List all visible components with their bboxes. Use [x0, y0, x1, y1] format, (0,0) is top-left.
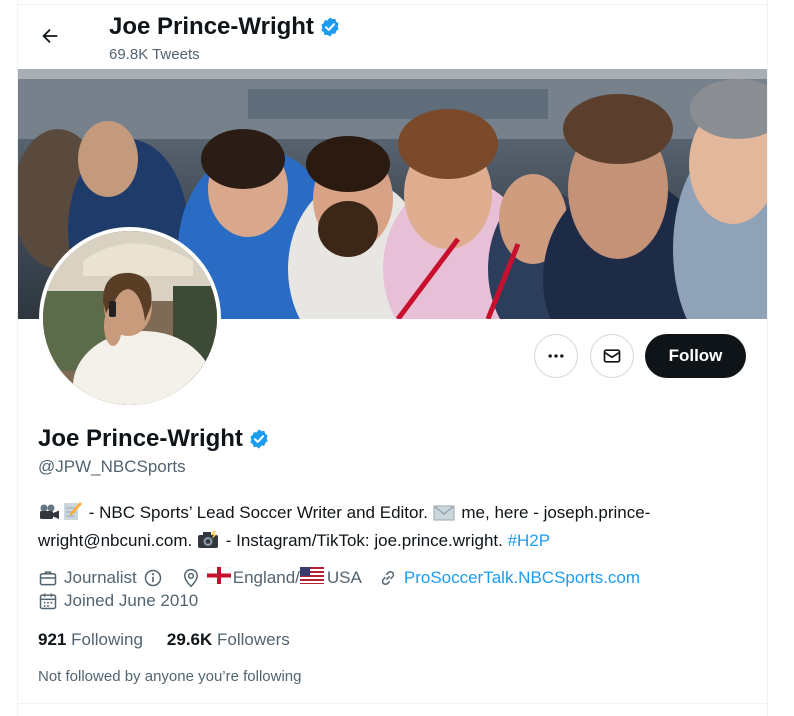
- joined-date: Joined June 2010: [64, 591, 199, 610]
- user-handle: @JPW_NBCSports: [38, 457, 186, 476]
- info-icon[interactable]: [143, 568, 163, 588]
- following-count: 921: [38, 630, 67, 649]
- more-icon: [548, 354, 564, 358]
- verified-badge-icon[interactable]: [248, 428, 270, 450]
- website-link[interactable]: ProSoccerTalk.NBCSports.com: [404, 568, 640, 588]
- envelope-emoji-icon: [433, 503, 455, 528]
- back-arrow-icon: [42, 28, 58, 44]
- bio-text-3: - Instagram/TikTok: joe.prince.wright.: [221, 531, 508, 550]
- joined-row: Joined June 2010: [38, 591, 198, 611]
- following-link[interactable]: 921 Following: [38, 630, 143, 650]
- bio: - NBC Sports’ Lead Soccer Writer and Edi…: [38, 500, 753, 556]
- profile-meta: Journalist England/ USA ProSoccerTalk.NB…: [38, 566, 640, 589]
- calendar-icon: [38, 591, 58, 611]
- followers-label: Followers: [217, 630, 290, 649]
- tweet-count: 69.8K Tweets: [109, 46, 200, 63]
- location-pin-icon: [181, 568, 201, 588]
- occupation-text: Journalist: [64, 568, 137, 587]
- video-camera-emoji-icon: [38, 503, 60, 528]
- location-country-1: England/: [232, 568, 300, 587]
- display-name-text: Joe Prince-Wright: [38, 425, 243, 452]
- message-button[interactable]: [590, 334, 634, 378]
- followers-count: 29.6K: [166, 630, 213, 649]
- not-followed-note: Not followed by anyone you’re following: [38, 668, 302, 685]
- profile-column: Joe Prince-Wright 69.8K Tweets Follow Jo…: [17, 0, 768, 716]
- display-name: Joe Prince-Wright: [38, 425, 270, 453]
- more-button[interactable]: [534, 334, 578, 378]
- location-country-2: USA: [326, 568, 362, 587]
- avatar[interactable]: [39, 227, 221, 409]
- camera-flash-emoji-icon: [197, 531, 219, 556]
- link-icon: [378, 568, 398, 588]
- bottom-divider: [18, 703, 767, 704]
- message-icon: [603, 349, 621, 363]
- header-title: Joe Prince-Wright: [109, 13, 341, 41]
- follow-counts: 921 Following 29.6K Followers: [38, 630, 290, 650]
- briefcase-icon: [38, 568, 58, 588]
- followers-link[interactable]: 29.6K Followers: [167, 630, 290, 650]
- england-flag-icon: [206, 566, 232, 589]
- following-label: Following: [71, 630, 143, 649]
- usa-flag-icon: [299, 567, 324, 589]
- back-button[interactable]: [32, 18, 68, 54]
- hashtag-link[interactable]: #H2P: [508, 531, 551, 550]
- avatar-photo: [43, 231, 217, 405]
- bio-text-1: - NBC Sports’ Lead Soccer Writer and Edi…: [84, 503, 433, 522]
- verified-badge-icon: [319, 16, 341, 38]
- memo-emoji-icon: [62, 501, 82, 528]
- profile-header: Joe Prince-Wright 69.8K Tweets: [18, 4, 767, 68]
- follow-button[interactable]: Follow: [645, 334, 746, 378]
- header-name-text: Joe Prince-Wright: [109, 13, 314, 40]
